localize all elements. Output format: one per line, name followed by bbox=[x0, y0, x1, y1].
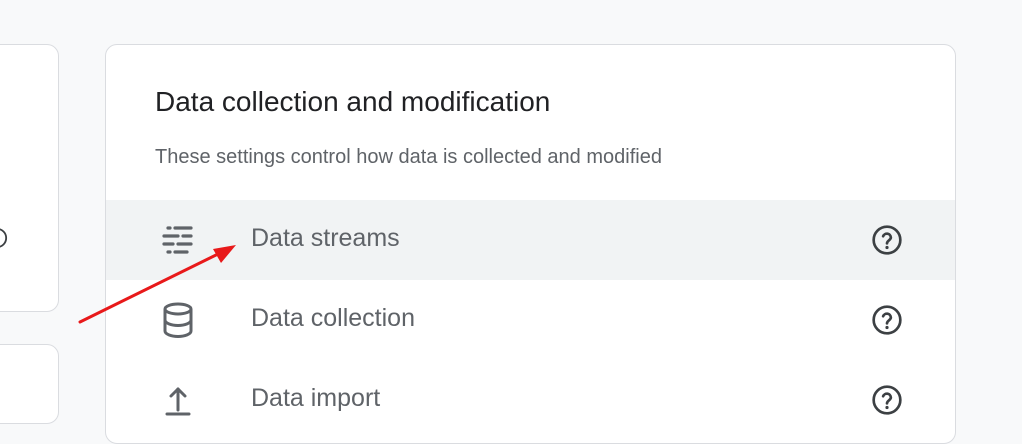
help-icon[interactable] bbox=[871, 384, 903, 416]
card-subtitle: These settings control how data is colle… bbox=[155, 146, 662, 168]
settings-item-data-streams[interactable]: Data streams bbox=[106, 200, 955, 280]
settings-item-label: Data collection bbox=[251, 304, 415, 332]
settings-item-data-collection[interactable]: Data collection bbox=[106, 280, 955, 360]
adjacent-card-top bbox=[0, 44, 59, 312]
help-icon[interactable] bbox=[871, 304, 903, 336]
settings-list: Data streams Data collection Data import bbox=[106, 200, 955, 440]
help-icon[interactable] bbox=[0, 227, 8, 249]
settings-item-label: Data streams bbox=[251, 224, 400, 252]
help-icon[interactable] bbox=[871, 224, 903, 256]
data-streams-icon bbox=[162, 226, 193, 254]
settings-item-label: Data import bbox=[251, 384, 381, 412]
data-collection-card: Data collection and modification These s… bbox=[105, 44, 956, 444]
settings-item-data-import[interactable]: Data import bbox=[106, 360, 955, 440]
adjacent-card-bottom bbox=[0, 344, 59, 424]
card-title: Data collection and modification bbox=[155, 86, 551, 117]
database-icon bbox=[163, 302, 193, 339]
upload-icon bbox=[165, 387, 191, 416]
